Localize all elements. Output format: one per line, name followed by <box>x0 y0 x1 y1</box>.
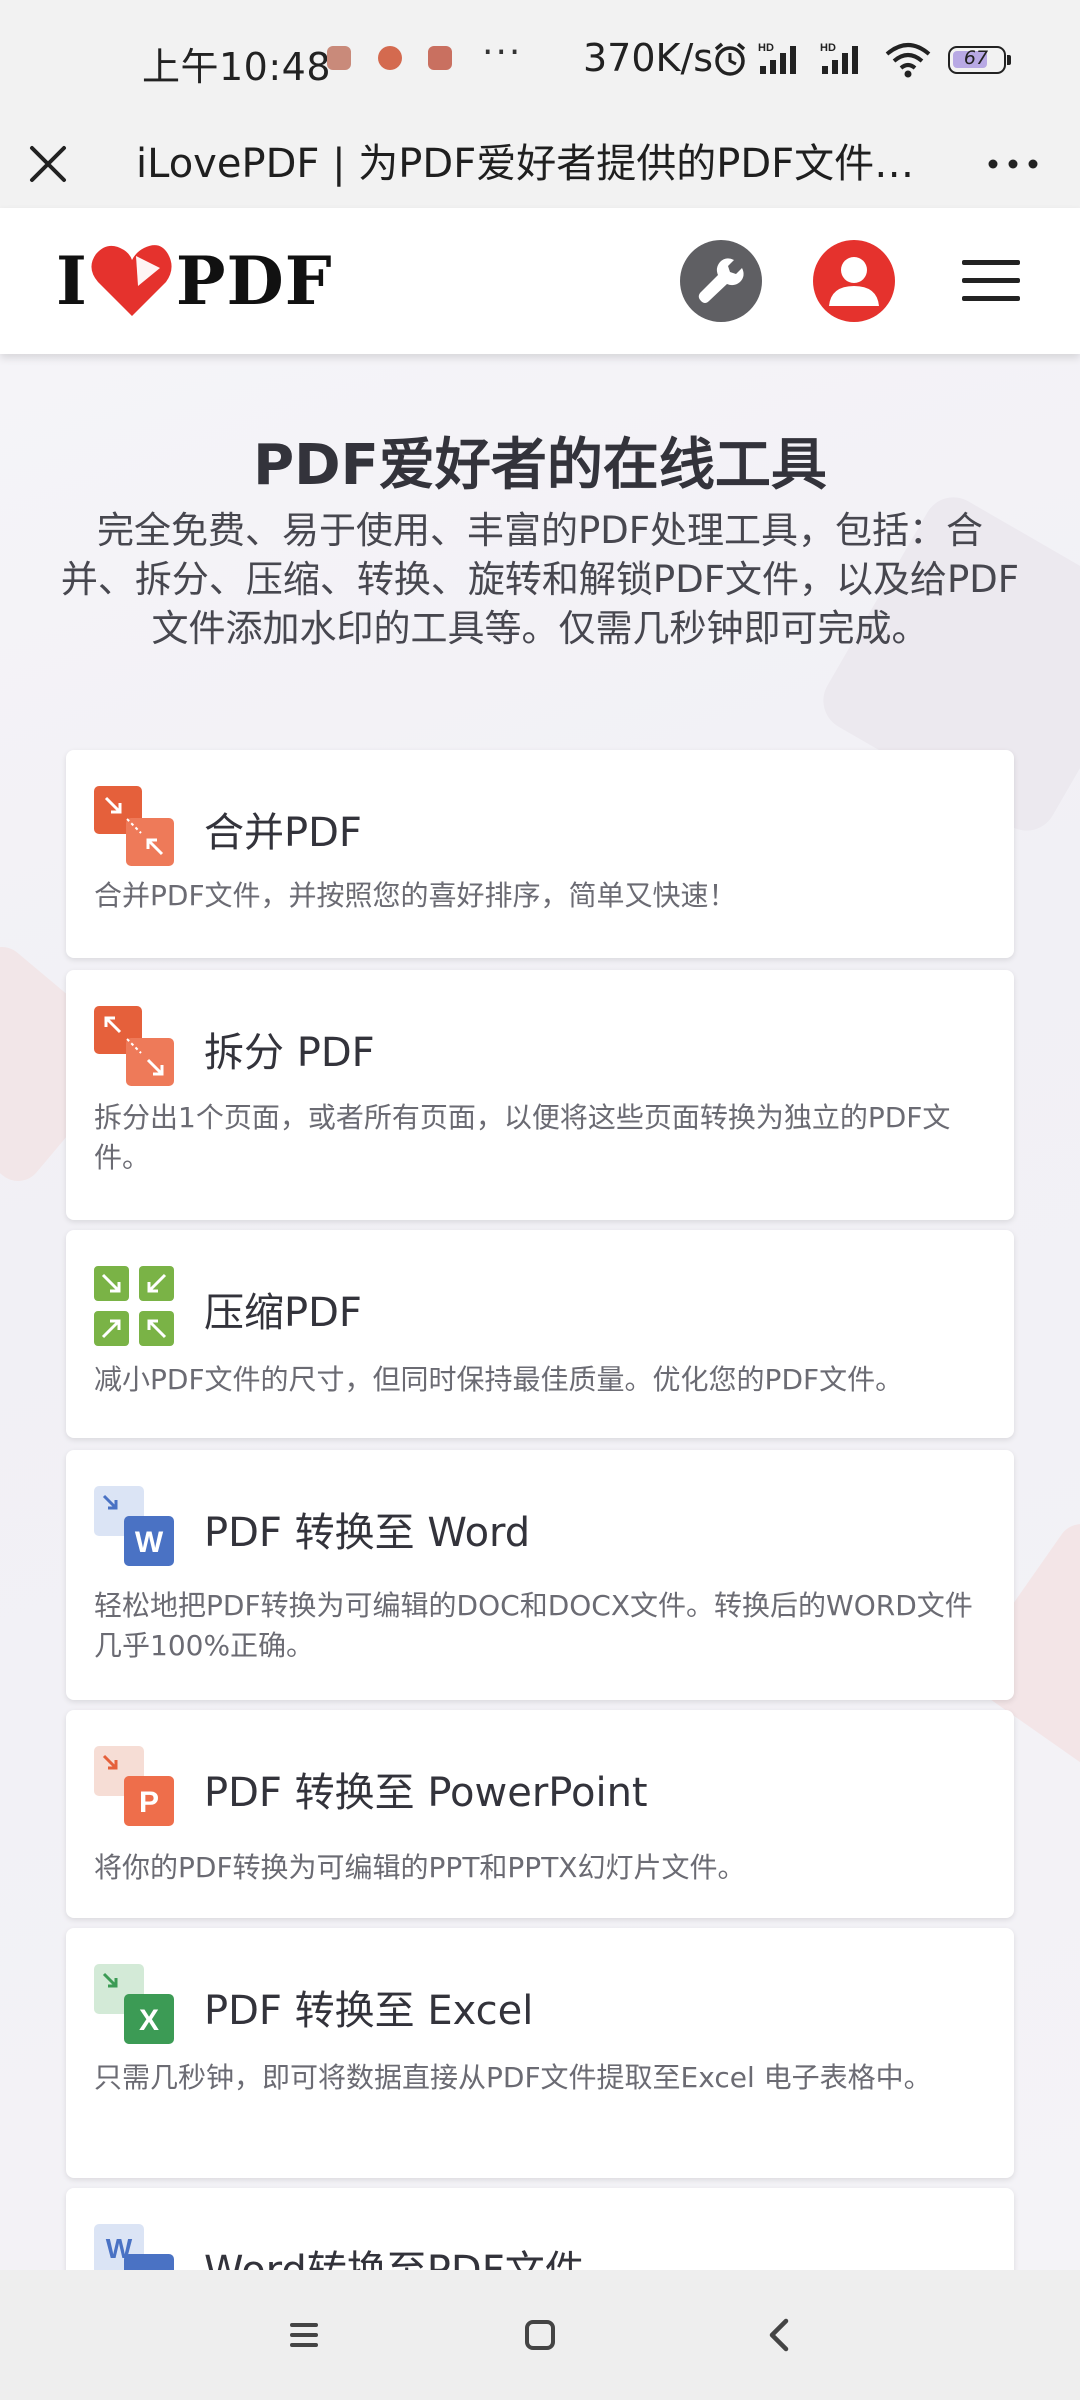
tool-description: 只需几秒钟，即可将数据直接从PDF文件提取至Excel 电子表格中。 <box>94 2061 932 2094</box>
notification-app-icon <box>378 46 402 70</box>
network-speed: 370K/s <box>583 36 714 80</box>
svg-text:W: W <box>135 1526 164 1559</box>
notification-app-icon <box>428 46 452 70</box>
more-notifications-icon: ··· <box>482 32 523 73</box>
notification-app-icon <box>327 46 351 70</box>
compress-pdf-icon <box>94 1266 174 1346</box>
tool-card-pdf-to-powerpoint[interactable]: P PDF 转换至 PowerPoint 将你的PDF转换为可编辑的PPT和PP… <box>66 1710 1014 1918</box>
logo-text-i: I <box>56 242 88 320</box>
page-title: iLovePDF | 为PDF爱好者提供的PDF文件在线处理工具 <box>136 141 936 187</box>
tool-description: 减小PDF文件的尺寸，但同时保持最佳质量。优化您的PDF文件。 <box>94 1363 904 1396</box>
pdf-to-word-icon: W <box>94 1486 174 1566</box>
wrench-icon <box>698 258 744 303</box>
tool-title: 拆分 PDF <box>204 1030 375 1076</box>
status-time: 上午10:48 <box>142 45 332 89</box>
tool-title: PDF 转换至 PowerPoint <box>204 1770 648 1816</box>
home-nav-icon[interactable] <box>510 2305 570 2365</box>
battery-level: 67 <box>963 47 989 69</box>
svg-text:P: P <box>139 1786 159 1819</box>
tool-card-split-pdf[interactable]: 拆分 PDF 拆分出1个页面，或者所有页面，以便将这些页面转换为独立的PDF文件… <box>66 970 1014 1220</box>
user-account-button[interactable] <box>813 240 895 322</box>
system-navigation-bar <box>0 2270 1080 2400</box>
tool-title: Word转换至PDF文件 <box>204 2238 585 2270</box>
tool-card-word-to-pdf[interactable]: W Word转换至PDF文件 <box>66 2188 1014 2270</box>
tool-description: 拆分出1个页面，或者所有页面，以便将这些页面转换为独立的PDF文件。 <box>94 1101 951 1174</box>
svg-text:HD: HD <box>758 42 774 54</box>
signal-hd-icon: HD <box>820 42 858 74</box>
svg-text:HD: HD <box>820 42 836 54</box>
pdf-to-excel-icon: X <box>94 1964 174 2044</box>
more-options-icon[interactable] <box>985 140 1041 188</box>
tool-title: 合并PDF <box>204 810 362 856</box>
close-icon[interactable] <box>24 140 72 188</box>
wifi-icon <box>885 43 931 78</box>
tool-card-compress-pdf[interactable]: 压缩PDF 减小PDF文件的尺寸，但同时保持最佳质量。优化您的PDF文件。 <box>66 1230 1014 1438</box>
tool-title: 压缩PDF <box>204 1290 362 1336</box>
merge-pdf-icon <box>94 786 174 866</box>
status-bar: 上午10:48 ··· 370K/s HD HD 67 <box>0 0 1080 120</box>
heart-icon <box>91 245 172 316</box>
menu-nav-icon[interactable] <box>274 2305 334 2365</box>
hamburger-menu-icon[interactable] <box>960 256 1022 306</box>
hero-description: 完全免费、易于使用、丰富的PDF处理工具，包括：合并、拆分、压缩、转换、旋转和解… <box>60 509 1020 650</box>
tool-description: 轻松地把PDF转换为可编辑的DOC和DOCX文件。转换后的WORD文件几乎100… <box>94 1589 973 1662</box>
tool-description: 将你的PDF转换为可编辑的PPT和PPTX幻灯片文件。 <box>94 1851 746 1884</box>
svg-text:X: X <box>139 2004 159 2037</box>
tools-button[interactable] <box>680 240 762 322</box>
tool-description: 合并PDF文件，并按照您的喜好排序，简单又快速！ <box>94 879 737 912</box>
logo-text-pdf: PDF <box>175 242 333 320</box>
pdf-to-powerpoint-icon: P <box>94 1746 174 1826</box>
main-content: PDF爱好者的在线工具 完全免费、易于使用、丰富的PDF处理工具，包括：合并、拆… <box>0 354 1080 2270</box>
tool-card-merge-pdf[interactable]: 合并PDF 合并PDF文件，并按照您的喜好排序，简单又快速！ <box>66 750 1014 958</box>
browser-toolbar: iLovePDF | 为PDF爱好者提供的PDF文件在线处理工具 <box>0 120 1080 208</box>
tool-title: PDF 转换至 Excel <box>204 1988 534 2034</box>
user-icon <box>829 257 879 306</box>
word-to-pdf-icon: W <box>94 2224 174 2270</box>
tool-title: PDF 转换至 Word <box>204 1510 531 1556</box>
back-nav-icon[interactable] <box>750 2305 810 2365</box>
tool-card-pdf-to-word[interactable]: W PDF 转换至 Word 轻松地把PDF转换为可编辑的DOC和DOCX文件。… <box>66 1450 1014 1700</box>
site-header: I PDF <box>0 208 1080 354</box>
battery-icon: 67 <box>948 46 1011 74</box>
alarm-icon <box>714 42 746 76</box>
split-pdf-icon <box>94 1006 174 1086</box>
hero-title: PDF爱好者的在线工具 <box>253 433 827 498</box>
ilovepdf-logo[interactable]: I PDF <box>56 238 333 324</box>
tool-card-pdf-to-excel[interactable]: X PDF 转换至 Excel 只需几秒钟，即可将数据直接从PDF文件提取至Ex… <box>66 1928 1014 2178</box>
signal-hd-icon: HD <box>758 42 796 74</box>
